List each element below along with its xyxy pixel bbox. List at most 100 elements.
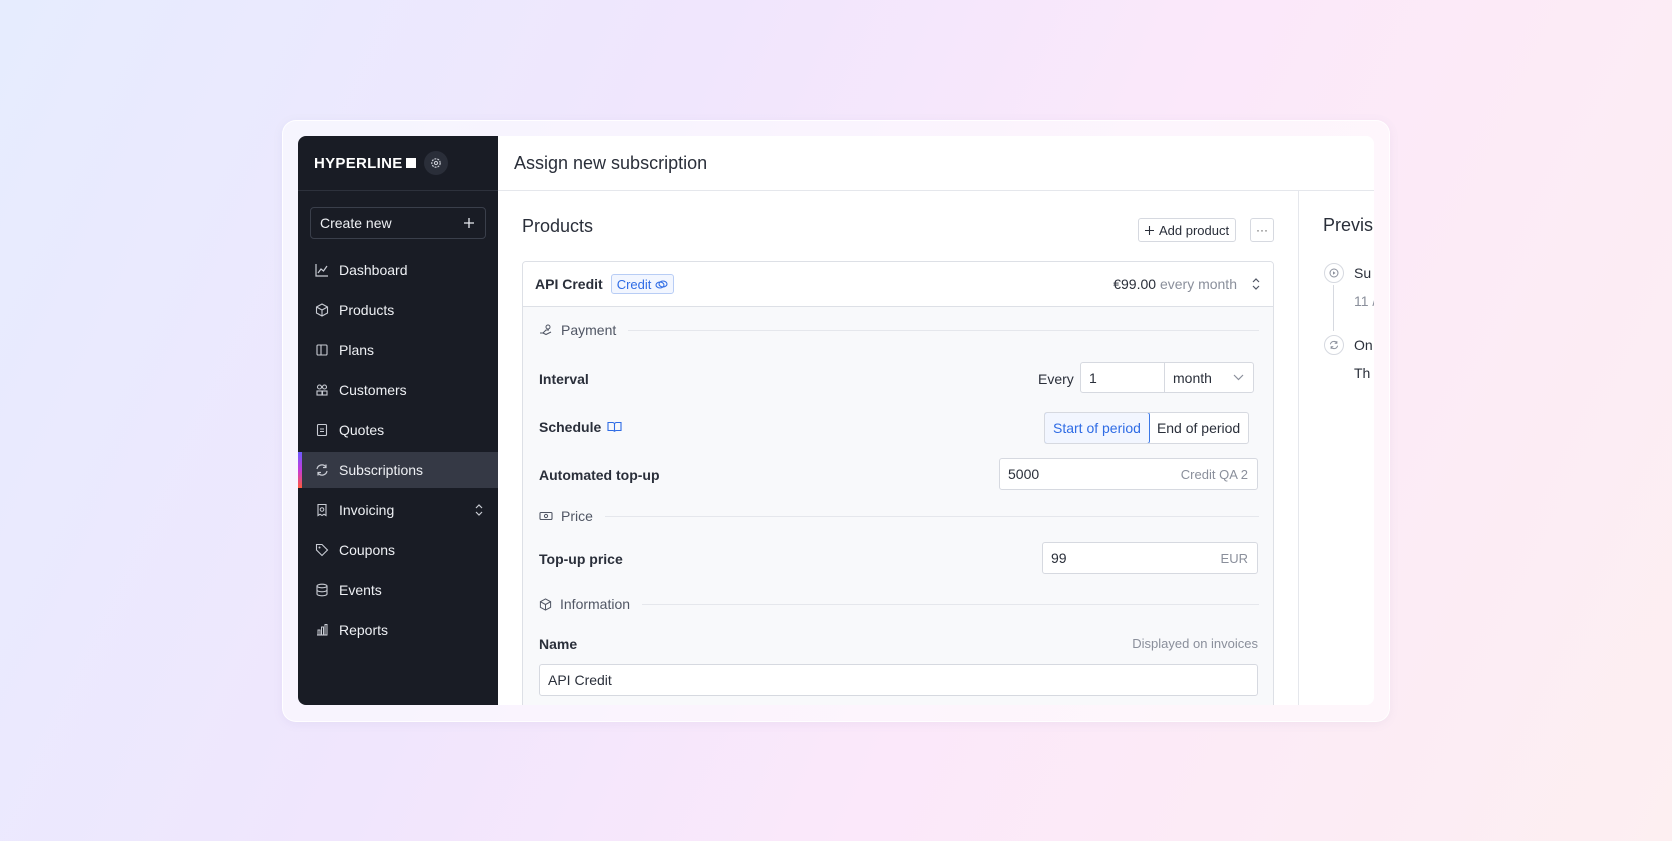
sidebar-item-invoicing[interactable]: Invoicing xyxy=(298,492,498,528)
chevron-down-icon xyxy=(1233,374,1244,381)
bar-chart-icon xyxy=(315,623,329,637)
refresh-icon xyxy=(315,463,329,477)
schedule-label: Schedule xyxy=(539,419,622,435)
logo-square-icon xyxy=(405,158,416,168)
schedule-toggle: Start of period End of period xyxy=(1044,412,1250,444)
products-section: Products Add product ··· API Credit Cred… xyxy=(498,191,1299,705)
timeline-event-title: On xyxy=(1354,337,1373,353)
topup-suffix: Credit QA 2 xyxy=(1180,466,1248,482)
book-icon[interactable] xyxy=(607,421,622,433)
chevron-up-down-icon[interactable] xyxy=(1251,276,1261,292)
users-icon xyxy=(315,383,329,397)
interval-unit-value: month xyxy=(1173,369,1212,386)
name-label: Name xyxy=(539,636,577,652)
automated-topup-label-text: Automated top-up xyxy=(539,467,660,483)
products-title: Products xyxy=(522,216,594,236)
preview-panel: Previs Su 11 / On Th xyxy=(1299,191,1374,705)
information-section-label: Information xyxy=(539,596,1259,612)
logo-text: HYPERLINE xyxy=(314,154,403,172)
sidebar-item-quotes[interactable]: Quotes xyxy=(298,412,498,448)
sidebar-item-label: Events xyxy=(339,582,382,598)
sidebar-item-customers[interactable]: Customers xyxy=(298,372,498,408)
start-of-period-option[interactable]: Start of period xyxy=(1045,413,1150,443)
timeline-event-sub: 11 / xyxy=(1354,293,1374,309)
sidebar-item-plans[interactable]: Plans xyxy=(298,332,498,368)
banknote-icon xyxy=(539,511,553,521)
sidebar: HYPERLINE Create new Dashboard Products … xyxy=(298,136,498,705)
topup-price-label: Top-up price xyxy=(539,551,623,567)
document-icon xyxy=(315,423,329,437)
chart-line-icon xyxy=(315,263,329,277)
end-of-period-option[interactable]: End of period xyxy=(1149,413,1248,443)
divider xyxy=(628,329,1259,331)
receipt-icon xyxy=(315,503,329,517)
credit-badge: Credit xyxy=(610,274,675,294)
interval-count-value: 1 xyxy=(1089,369,1097,386)
divider xyxy=(604,515,1259,517)
automated-topup-label: Automated top-up xyxy=(539,467,660,483)
create-new-button[interactable]: Create new xyxy=(310,207,486,239)
coins-icon xyxy=(655,279,668,289)
play-circle-icon xyxy=(1324,263,1344,283)
sidebar-item-label: Invoicing xyxy=(339,502,395,518)
add-product-label: Add product xyxy=(1159,222,1230,238)
interval-unit-select[interactable]: month xyxy=(1164,362,1254,393)
plus-icon xyxy=(1145,225,1154,235)
settings-icon[interactable] xyxy=(423,151,448,175)
every-label: Every xyxy=(1038,371,1074,387)
cube-icon xyxy=(315,303,329,317)
product-period: every month xyxy=(1159,276,1237,292)
sidebar-item-events[interactable]: Events xyxy=(298,572,498,608)
cube-icon xyxy=(539,597,552,611)
payment-section-text: Payment xyxy=(561,322,617,338)
sidebar-item-label: Subscriptions xyxy=(339,462,424,478)
currency-suffix: EUR xyxy=(1220,550,1248,566)
topup-price-input[interactable]: 99 EUR xyxy=(1042,542,1258,574)
price-section-label: Price xyxy=(539,508,1259,524)
automated-topup-input[interactable]: 5000 Credit QA 2 xyxy=(999,458,1258,490)
create-new-label: Create new xyxy=(320,215,392,231)
brand-bar: HYPERLINE xyxy=(298,136,498,191)
hyperline-logo[interactable]: HYPERLINE xyxy=(314,155,416,172)
more-options-button[interactable]: ··· xyxy=(1250,218,1274,242)
topup-price-value: 99 xyxy=(1051,550,1067,566)
price-section-text: Price xyxy=(561,508,593,524)
interval-label-text: Interval xyxy=(539,371,589,387)
product-card: API Credit Credit €99.00 every month Pay… xyxy=(522,261,1274,705)
chevron-up-down-icon xyxy=(475,504,483,516)
topup-price-label-text: Top-up price xyxy=(539,551,623,567)
product-price: €99.00 xyxy=(1113,276,1157,292)
sidebar-item-dashboard[interactable]: Dashboard xyxy=(298,252,498,288)
refresh-icon xyxy=(1324,335,1344,355)
plus-icon xyxy=(464,218,474,228)
information-section-text: Information xyxy=(560,596,631,612)
divider xyxy=(642,603,1259,605)
product-card-header[interactable]: API Credit Credit €99.00 every month xyxy=(523,262,1273,307)
timeline-line xyxy=(1333,285,1334,331)
sidebar-item-products[interactable]: Products xyxy=(298,292,498,328)
product-name: API Credit xyxy=(535,276,603,292)
name-input[interactable]: API Credit xyxy=(539,664,1258,696)
interval-count-input[interactable]: 1 xyxy=(1080,362,1165,393)
sidebar-item-label: Customers xyxy=(339,382,407,398)
payment-section-label: Payment xyxy=(539,322,1259,338)
sidebar-item-label: Dashboard xyxy=(339,262,408,278)
add-product-button[interactable]: Add product xyxy=(1138,218,1237,242)
tag-icon xyxy=(315,543,329,557)
schedule-label-text: Schedule xyxy=(539,419,602,435)
sidebar-item-label: Coupons xyxy=(339,542,396,558)
timeline-event-sub: Th xyxy=(1354,365,1371,381)
hand-coin-icon xyxy=(540,324,552,336)
sidebar-item-label: Plans xyxy=(339,342,375,358)
sidebar-item-label: Products xyxy=(339,302,395,318)
timeline-event-title: Su xyxy=(1354,265,1372,281)
sidebar-item-subscriptions[interactable]: Subscriptions xyxy=(298,452,498,488)
sidebar-item-coupons[interactable]: Coupons xyxy=(298,532,498,568)
sidebar-nav: Dashboard Products Plans Customers Quote… xyxy=(298,252,498,652)
database-icon xyxy=(315,583,329,597)
main-panel: Assign new subscription Products Add pro… xyxy=(498,136,1374,705)
price-summary: €99.00 every month xyxy=(1113,276,1237,292)
page-header: Assign new subscription xyxy=(498,136,1374,191)
preview-title: Previs xyxy=(1323,215,1374,235)
sidebar-item-reports[interactable]: Reports xyxy=(298,612,498,648)
